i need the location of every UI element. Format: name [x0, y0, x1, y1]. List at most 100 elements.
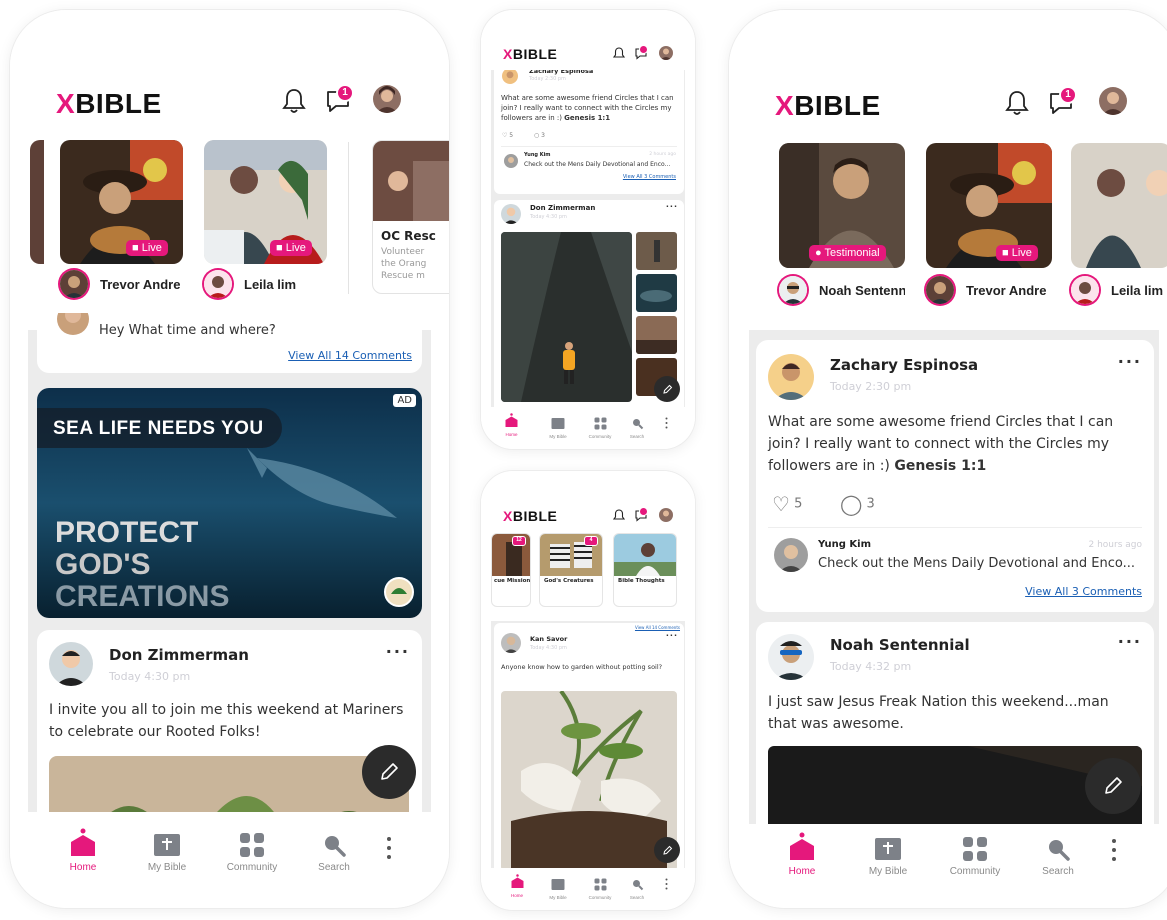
nav-community[interactable]: Community — [585, 876, 615, 900]
nav-search[interactable]: Search — [1033, 836, 1083, 877]
reply-text: Check out the Mens Daily Devotional and … — [524, 161, 671, 168]
more-vertical-icon[interactable] — [665, 417, 668, 429]
view-all-comments-link[interactable]: View All 14 Comments — [288, 349, 412, 362]
nav-home[interactable]: Home — [777, 832, 827, 877]
more-vertical-icon[interactable] — [386, 836, 392, 860]
post-author[interactable]: Don Zimmerman — [109, 646, 249, 664]
circle-card[interactable]: 12 cue Mission — [491, 533, 531, 607]
home-icon — [505, 413, 518, 427]
profile-avatar[interactable] — [659, 46, 673, 60]
compose-button[interactable] — [362, 745, 416, 799]
post-image-gardening — [501, 691, 677, 871]
post-card[interactable]: Zachary Espinosa Today 2:30 pm ··· What … — [756, 340, 1154, 612]
view-all-comments-link[interactable]: View All 3 Comments — [623, 174, 676, 180]
profile-avatar[interactable] — [373, 85, 401, 113]
post-more-button[interactable]: ··· — [386, 642, 410, 661]
post-time: Today 2:30 pm — [529, 76, 566, 82]
post-image-cave — [501, 232, 632, 402]
bell-icon[interactable] — [613, 47, 625, 60]
post-more-button[interactable]: ··· — [666, 202, 678, 211]
post-author-avatar[interactable] — [501, 633, 521, 653]
brand-logo[interactable]: XBIBLE — [775, 90, 881, 122]
circle-card[interactable]: OC Resc Volunteer the Orang Rescue m — [372, 140, 449, 294]
post-author-avatar[interactable] — [768, 354, 814, 400]
view-all-comments-link[interactable]: View All 3 Comments — [1025, 585, 1142, 598]
nav-home[interactable]: Home — [505, 413, 518, 437]
view-all-comments-link[interactable]: View All 14 Comments — [635, 625, 680, 630]
post-more-button[interactable]: ··· — [1118, 352, 1142, 371]
compose-button[interactable] — [654, 376, 680, 402]
circle-card[interactable]: 4 God's Creatures — [539, 533, 603, 607]
nav-my-bible[interactable]: My Bible — [543, 415, 573, 439]
story-card[interactable]: Leila lim — [1071, 143, 1167, 308]
more-vertical-icon[interactable] — [665, 878, 668, 890]
pencil-icon — [381, 763, 398, 780]
nav-my-bible[interactable]: My Bible — [142, 832, 192, 873]
comment-text: Hey What time and where? — [99, 323, 276, 338]
ad-card[interactable]: SEA LIFE NEEDS YOU PROTECT GOD'S CREATIO… — [37, 388, 422, 618]
nav-community[interactable]: Community — [585, 415, 615, 439]
circle-description: Volunteer the Orang Rescue m — [381, 247, 427, 281]
story-card[interactable]: ■ Live Trevor Andrews — [60, 140, 190, 300]
profile-avatar[interactable] — [1099, 87, 1127, 115]
post-card[interactable]: View All 14 Comments Kan Savor Today 4:3… — [494, 623, 684, 871]
nav-my-bible[interactable]: My Bible — [863, 836, 913, 877]
nav-home[interactable]: Home — [58, 828, 108, 873]
bell-icon[interactable] — [1005, 90, 1029, 116]
nav-search[interactable]: Search — [625, 415, 649, 439]
bible-icon — [154, 834, 180, 856]
comment-button[interactable]: ○ 3 — [534, 132, 545, 139]
post-thumbnail[interactable] — [636, 232, 677, 270]
grid-icon — [594, 878, 606, 891]
post-more-button[interactable]: ··· — [666, 631, 678, 640]
comment-button[interactable]: ◯ 3 — [840, 492, 875, 516]
compose-button[interactable] — [654, 837, 680, 863]
post-author-avatar[interactable] — [768, 634, 814, 680]
post-author-avatar[interactable] — [502, 68, 518, 84]
story-card[interactable]: ■ Live Trevor Andrews — [926, 143, 1058, 308]
post-thumbnail[interactable] — [636, 274, 677, 312]
story-card[interactable]: ■ Live Leila lim — [204, 140, 334, 300]
story-avatar — [60, 270, 88, 298]
compose-button[interactable] — [1085, 758, 1141, 814]
post-card[interactable]: Zachary Espinosa Today 2:30 pm What are … — [494, 62, 684, 194]
circle-title: cue Mission — [494, 578, 531, 584]
verse-reference[interactable]: Genesis 1:1 — [564, 114, 610, 122]
nav-search[interactable]: Search — [309, 832, 359, 873]
like-button[interactable]: ♡ 5 — [772, 492, 802, 516]
profile-avatar[interactable] — [659, 508, 673, 522]
reply-author: Yung Kim — [818, 539, 871, 550]
post-author[interactable]: Zachary Espinosa — [830, 356, 978, 374]
post-author-avatar[interactable] — [501, 204, 521, 224]
post-author[interactable]: Noah Sentennial — [830, 636, 970, 654]
nav-community[interactable]: Community — [222, 832, 282, 873]
post-author-avatar[interactable] — [49, 642, 93, 686]
like-button[interactable]: ♡ 5 — [502, 132, 513, 139]
nav-search[interactable]: Search — [625, 876, 649, 900]
post-card[interactable]: Don Zimmerman Today 4:30 pm ··· — [494, 200, 684, 408]
post-thumbnail[interactable] — [636, 316, 677, 354]
verse-reference[interactable]: Genesis 1:1 — [894, 458, 986, 474]
post-more-button[interactable]: ··· — [1118, 632, 1142, 651]
story-card[interactable]: ● Testimonial Noah Sentennial — [779, 143, 911, 308]
bottom-nav: Home My Bible Community Search — [10, 812, 449, 908]
circle-card[interactable]: Bible Thoughts — [613, 533, 677, 607]
story-avatar — [926, 276, 954, 304]
post-card[interactable]: Don Zimmerman Today 4:30 pm ··· I invite… — [37, 630, 422, 830]
brand-logo[interactable]: XBIBLE — [56, 88, 162, 120]
brand-logo[interactable]: XBIBLE — [503, 508, 557, 524]
post-author[interactable]: Don Zimmerman — [530, 204, 595, 212]
comment-avatar — [57, 313, 89, 335]
nav-my-bible[interactable]: My Bible — [543, 876, 573, 900]
brand-logo[interactable]: XBIBLE — [503, 46, 557, 62]
story-card-partial[interactable] — [30, 140, 44, 270]
post-author[interactable]: Kan Savor — [530, 635, 567, 643]
bell-icon[interactable] — [613, 509, 625, 522]
more-vertical-icon[interactable] — [1111, 838, 1117, 862]
nav-home[interactable]: Home — [505, 874, 529, 898]
notification-badge — [639, 45, 648, 54]
bell-icon[interactable] — [282, 88, 306, 114]
reply-avatar — [774, 538, 808, 572]
nav-community[interactable]: Community — [945, 836, 1005, 877]
grid-icon — [594, 417, 606, 430]
